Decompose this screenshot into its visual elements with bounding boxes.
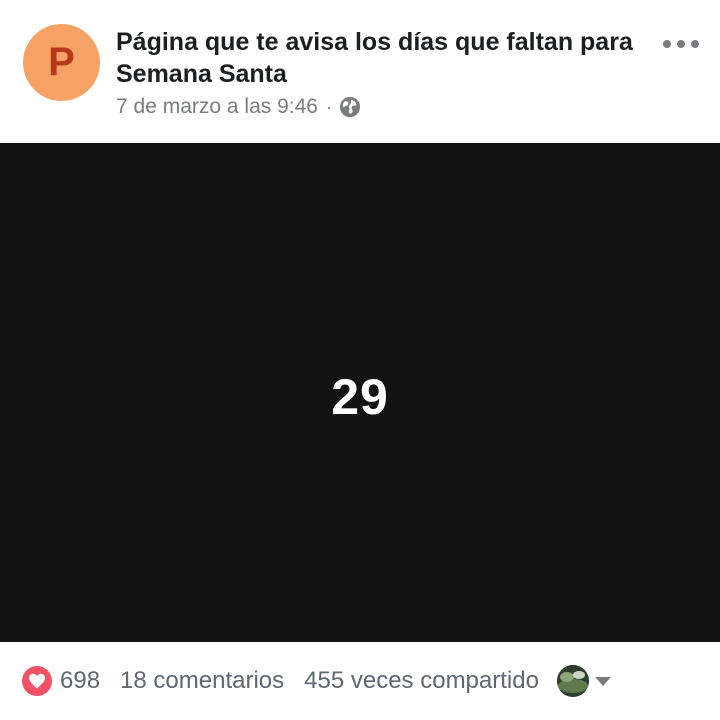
post-image[interactable]: 29 xyxy=(0,143,720,642)
comment-count[interactable]: 18 comentarios xyxy=(120,667,284,695)
globe-icon[interactable] xyxy=(339,96,361,118)
post-timestamp[interactable]: 7 de marzo a las 9:46 xyxy=(116,95,318,119)
heart-icon xyxy=(29,673,45,689)
page-avatar[interactable]: P xyxy=(23,24,100,101)
meta-separator: · xyxy=(325,96,332,117)
post-header: P Página que te avisa los días que falta… xyxy=(0,0,720,143)
more-dot xyxy=(691,40,699,48)
viewer-avatar[interactable] xyxy=(556,665,589,697)
viewer-avatar-image xyxy=(556,665,589,697)
chevron-down-icon[interactable] xyxy=(594,676,611,686)
more-dot xyxy=(677,40,685,48)
page-name-link[interactable]: Página que te avisa los días que faltan … xyxy=(116,26,636,90)
countdown-number: 29 xyxy=(331,368,389,425)
more-options-button[interactable] xyxy=(663,32,699,56)
share-count[interactable]: 455 veces compartido xyxy=(304,667,539,695)
avatar-letter: P xyxy=(48,40,75,84)
post-meta: 7 de marzo a las 9:46 · xyxy=(116,93,361,121)
reaction-count[interactable]: 698 xyxy=(60,667,100,695)
love-icon[interactable] xyxy=(22,666,52,696)
more-dot xyxy=(663,40,671,48)
post-footer: 698 18 comentarios 455 veces compartido xyxy=(0,642,720,720)
